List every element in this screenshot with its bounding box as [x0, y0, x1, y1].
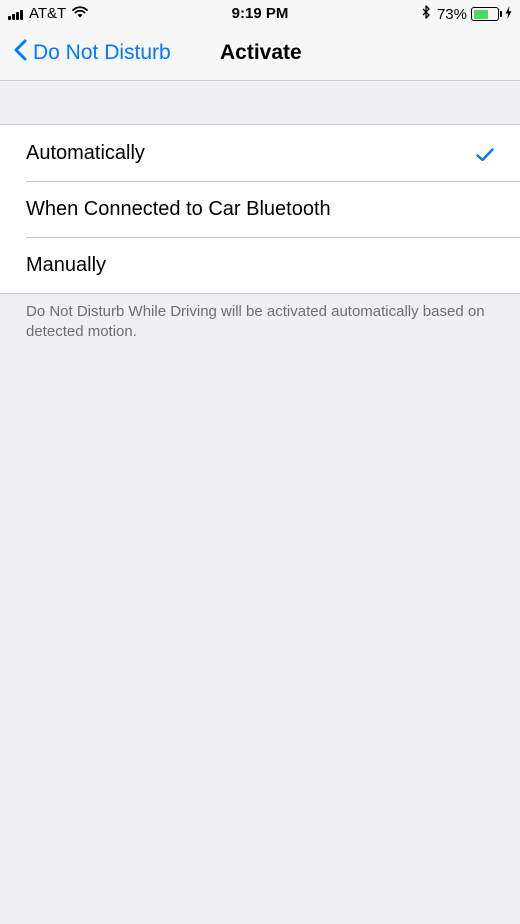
option-label: When Connected to Car Bluetooth [26, 197, 331, 220]
footer-description: Do Not Disturb While Driving will be act… [26, 303, 485, 340]
battery-level-fill [473, 9, 489, 19]
status-right: 73% [422, 5, 512, 23]
option-car-bluetooth[interactable]: When Connected to Car Bluetooth [0, 181, 520, 237]
navigation-bar: Do Not Disturb Activate [0, 28, 520, 81]
back-button-label: Do Not Disturb [33, 41, 171, 64]
bluetooth-icon [422, 5, 431, 23]
option-manually[interactable]: Manually [0, 237, 520, 293]
checkmark-icon [476, 145, 494, 168]
option-label: Automatically [26, 141, 145, 164]
battery-icon [471, 7, 502, 21]
battery-percent: 73% [436, 5, 467, 23]
chevron-left-icon [14, 39, 27, 67]
back-button[interactable]: Do Not Disturb [14, 39, 171, 67]
option-automatically[interactable]: Automatically [0, 125, 520, 181]
page-title: Activate [220, 41, 302, 64]
status-bar: AT&T 9:19 PM 73% [0, 0, 520, 28]
activation-options-list: Automatically When Connected to Car Blue… [0, 124, 520, 294]
charging-bolt-icon [505, 5, 512, 23]
option-label: Manually [26, 253, 107, 276]
